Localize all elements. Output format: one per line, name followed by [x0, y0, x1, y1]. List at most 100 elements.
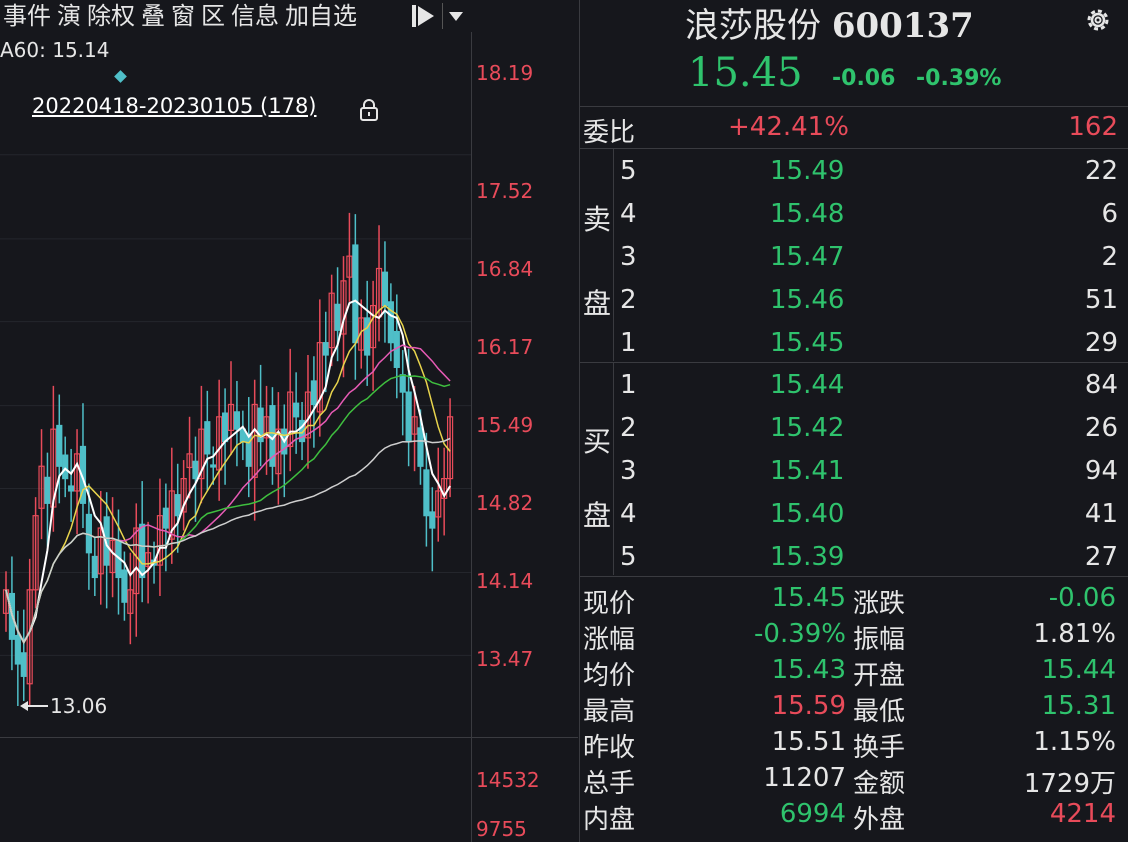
volume: 84	[1084, 370, 1118, 400]
candle-body[interactable]	[293, 402, 300, 418]
volume: 29	[1084, 328, 1118, 358]
current-price: 15.45	[688, 50, 803, 96]
candle-body[interactable]	[352, 244, 359, 344]
price-tick: 14.14	[476, 569, 534, 593]
ma60-line	[5, 437, 451, 644]
level: 3	[620, 456, 637, 486]
candle-body[interactable]	[192, 460, 199, 480]
sell-row-3[interactable]: 3 15.47 2	[580, 236, 1128, 279]
candle-body[interactable]	[417, 427, 424, 467]
divider	[580, 362, 1128, 363]
stat-label: 总手	[583, 769, 636, 799]
candle-body[interactable]	[221, 412, 229, 443]
stat-label: 涨幅	[583, 625, 636, 655]
level: 5	[620, 542, 637, 572]
toolbar-add-watchlist[interactable]: 加自选	[282, 1, 360, 31]
candle-body[interactable]	[56, 424, 63, 467]
volume-tick: 14532	[476, 768, 540, 792]
order-ratio-label: 委比	[583, 118, 636, 148]
level: 1	[620, 328, 637, 358]
stat-value: 6994	[779, 799, 846, 829]
stat-value: 1.81%	[1033, 619, 1116, 649]
toolbar-ex-rights[interactable]: 除权	[84, 1, 138, 31]
toolbar-range[interactable]: 区	[198, 1, 228, 31]
volume: 51	[1084, 285, 1118, 315]
candle-body[interactable]	[68, 485, 75, 492]
chevron-down-icon[interactable]	[442, 3, 469, 29]
buy-row-3[interactable]: 3 15.41 94	[580, 450, 1128, 493]
level: 1	[620, 370, 637, 400]
candle-body[interactable]	[429, 511, 436, 529]
level: 4	[620, 499, 637, 529]
stat-label: 外盘	[853, 805, 906, 835]
date-range-label[interactable]: 20220418-20230105 (178)	[32, 94, 317, 118]
price: 15.39	[770, 542, 845, 572]
candle-body[interactable]	[204, 421, 211, 455]
candle-body[interactable]	[139, 523, 146, 579]
candle-body[interactable]	[91, 555, 98, 579]
buy-row-1[interactable]: 1 15.44 84	[580, 364, 1128, 407]
candle-body[interactable]	[387, 301, 394, 344]
candle-body[interactable]	[405, 391, 412, 443]
candle-body[interactable]	[334, 303, 341, 331]
volume: 6	[1101, 199, 1118, 229]
candle-body[interactable]	[399, 374, 406, 393]
candle-body[interactable]	[14, 634, 21, 665]
ma20-line	[5, 344, 451, 644]
stat-value: 1.15%	[1033, 727, 1116, 757]
price-tick: 18.19	[476, 61, 534, 85]
buy-row-5[interactable]: 5 15.39 27	[580, 536, 1128, 579]
candle-body[interactable]	[62, 454, 69, 480]
level: 2	[620, 413, 637, 443]
candle-body[interactable]	[44, 476, 51, 504]
toolbar-events[interactable]: 事件	[0, 1, 54, 31]
price-tick: 15.49	[476, 413, 534, 437]
candle-body[interactable]	[310, 380, 317, 406]
stat-value: 15.43	[771, 655, 846, 685]
buy-row-4[interactable]: 4 15.40 41	[580, 493, 1128, 536]
stock-code: 600137	[831, 6, 974, 46]
candle-body[interactable]	[381, 271, 389, 307]
stat-value: 15.59	[771, 691, 846, 721]
candle-body[interactable]	[233, 411, 241, 430]
ma5-line	[5, 299, 451, 645]
stat-label: 内盘	[583, 805, 636, 835]
price: 15.44	[770, 370, 845, 400]
toolbar-demo[interactable]: 演	[54, 1, 84, 31]
sell-row-5[interactable]: 5 15.49 22	[580, 150, 1128, 193]
price-tick: 17.52	[476, 179, 534, 203]
candle-body[interactable]	[423, 469, 430, 517]
divider	[580, 576, 1128, 577]
buy-row-2[interactable]: 2 15.42 26	[580, 407, 1128, 450]
candle-body[interactable]	[245, 433, 252, 467]
candle-body[interactable]	[210, 464, 217, 468]
sell-row-1[interactable]: 1 15.45 29	[580, 322, 1128, 365]
toolbar-overlay[interactable]: 叠	[138, 1, 168, 31]
stat-value: 15.44	[1041, 655, 1116, 685]
divider	[580, 106, 1128, 107]
price: 15.48	[770, 199, 845, 229]
stat-value: 4214	[1049, 799, 1116, 829]
exit-arrow-icon[interactable]	[410, 2, 440, 30]
toolbar-info[interactable]: 信息	[228, 1, 282, 31]
volume: 94	[1084, 456, 1118, 486]
candle-body[interactable]	[174, 494, 181, 517]
stat-value: 1729万	[1023, 769, 1116, 799]
price: 15.42	[770, 413, 845, 443]
lock-icon[interactable]	[358, 98, 380, 122]
gear-icon[interactable]	[1082, 4, 1114, 36]
volume: 22	[1084, 156, 1118, 186]
sell-row-2[interactable]: 2 15.46 51	[580, 279, 1128, 322]
sell-row-4[interactable]: 4 15.48 6	[580, 193, 1128, 236]
level: 4	[620, 199, 637, 229]
candle-body[interactable]	[162, 507, 169, 529]
candle-body[interactable]	[20, 652, 27, 677]
candle-body[interactable]	[121, 569, 128, 603]
level: 3	[620, 242, 637, 272]
volume: 2	[1101, 242, 1118, 272]
toolbar-window[interactable]: 窗	[168, 1, 198, 31]
divider	[580, 148, 1128, 149]
candle-body[interactable]	[322, 342, 329, 356]
stat-value: 15.51	[771, 727, 846, 757]
kline-chart[interactable]	[0, 32, 472, 737]
